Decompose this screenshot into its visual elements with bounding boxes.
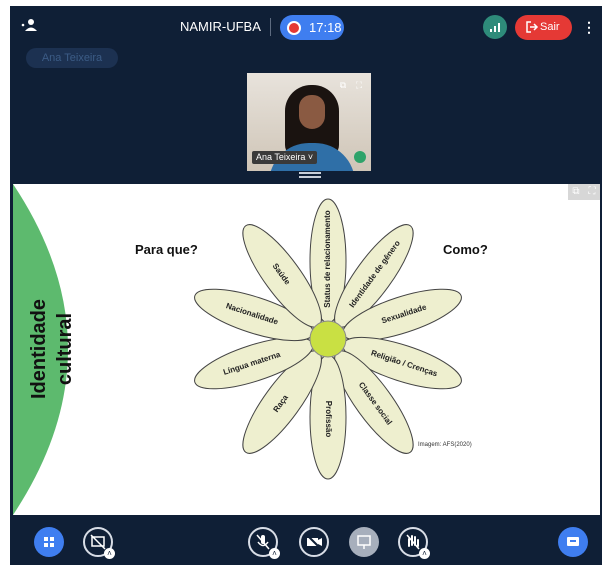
title-divider bbox=[270, 18, 271, 36]
mic-active-icon bbox=[354, 151, 366, 163]
camera-off-icon[interactable] bbox=[299, 527, 329, 557]
popout-icon[interactable]: ⧉ bbox=[337, 79, 349, 91]
participant-name: Ana Teixeira bbox=[256, 152, 306, 162]
petal-label: Status de relacionamento bbox=[323, 210, 332, 307]
leave-button[interactable]: Sair bbox=[515, 15, 572, 40]
room-title: NAMIR-UFBA bbox=[180, 19, 261, 34]
layout-grid-icon[interactable] bbox=[34, 527, 64, 557]
slide-tools: ⧉ ⛶ bbox=[568, 184, 600, 200]
participants-icon[interactable] bbox=[20, 18, 48, 36]
recording-timer[interactable]: 17:18 bbox=[280, 15, 344, 40]
kebab-menu-icon[interactable]: ⋮ bbox=[582, 18, 596, 36]
top-bar: NAMIR-UFBA 17:18 Sair ⋮ bbox=[10, 6, 602, 48]
microphone-off-icon[interactable]: ˄ bbox=[248, 527, 280, 559]
question-left: Para que? bbox=[135, 242, 198, 257]
options-chevron-icon[interactable]: ˄ bbox=[419, 548, 430, 559]
recording-icon bbox=[287, 21, 301, 35]
chat-icon[interactable] bbox=[558, 527, 588, 557]
participant-name-label: Ana Teixeira ˅ bbox=[252, 151, 318, 164]
video-tools: ⧉ ⛶ bbox=[337, 79, 367, 91]
flower-center bbox=[309, 320, 347, 358]
bottom-toolbar: ˄ ˄ ˄ bbox=[10, 515, 602, 565]
fullscreen-icon[interactable]: ⛶ bbox=[585, 185, 599, 199]
slide-title-line1: Identidade bbox=[28, 299, 50, 399]
participant-face bbox=[299, 95, 325, 129]
shared-slide: Identidade cultural Para que? Como? Stat… bbox=[13, 184, 600, 515]
presentation-icon[interactable] bbox=[349, 527, 379, 557]
exit-icon bbox=[526, 21, 539, 33]
connection-status-icon[interactable] bbox=[483, 15, 507, 39]
fullscreen-icon[interactable]: ⛶ bbox=[353, 79, 365, 91]
slide-title-line2: cultural bbox=[54, 313, 76, 385]
video-conference-app: NAMIR-UFBA 17:18 Sair ⋮ Ana Teixeira ⧉ ⛶… bbox=[10, 6, 602, 565]
participant-video[interactable]: ⧉ ⛶ Ana Teixeira ˅ bbox=[247, 73, 371, 171]
resize-handle[interactable] bbox=[299, 172, 321, 178]
options-chevron-icon[interactable]: ˄ bbox=[104, 548, 115, 559]
image-credit: Imagem: AFS(2020) bbox=[418, 442, 472, 448]
speaker-name-chip: Ana Teixeira bbox=[26, 48, 118, 68]
petal-label: Profissão bbox=[324, 401, 333, 438]
hand-raise-off-icon[interactable]: ˄ bbox=[398, 527, 430, 559]
recording-time: 17:18 bbox=[309, 20, 342, 35]
options-chevron-icon[interactable]: ˄ bbox=[269, 548, 280, 559]
popout-icon[interactable]: ⧉ bbox=[569, 185, 583, 199]
screen-share-off-icon[interactable]: ˄ bbox=[83, 527, 115, 559]
leave-label: Sair bbox=[540, 21, 560, 33]
question-right: Como? bbox=[443, 242, 488, 257]
